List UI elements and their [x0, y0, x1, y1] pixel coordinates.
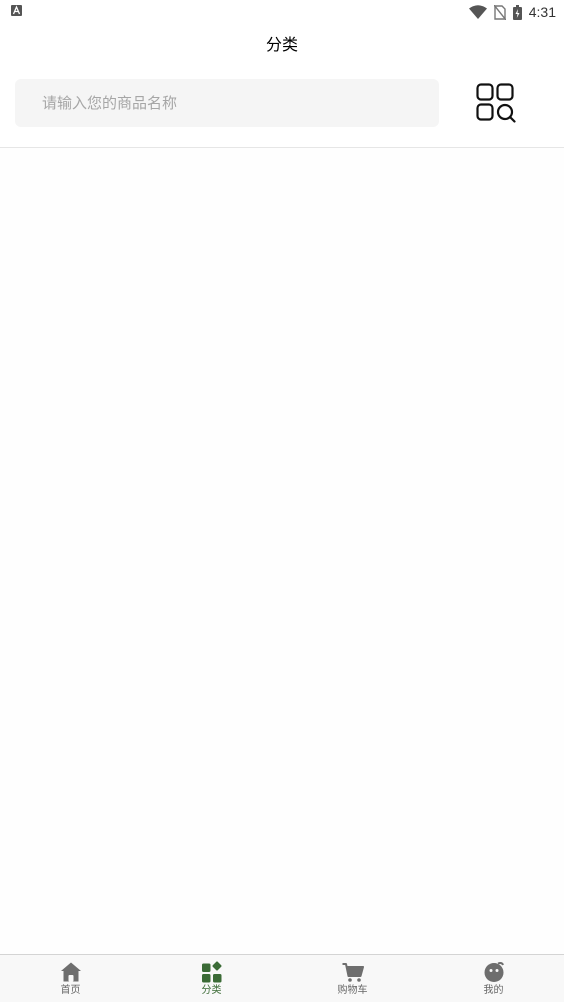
title-bar: 分类 — [0, 24, 564, 62]
tab-profile-label: 我的 — [483, 985, 504, 996]
bottom-tab-bar: 首页 分类 购物车 我的 — [0, 954, 564, 1002]
profile-icon — [484, 962, 504, 982]
category-content-area — [0, 148, 564, 954]
cart-icon — [342, 963, 364, 982]
tab-category-label: 分类 — [201, 985, 222, 996]
tab-home-label: 首页 — [60, 985, 81, 996]
search-box[interactable] — [15, 79, 439, 127]
tab-cart[interactable]: 购物车 — [282, 955, 423, 1002]
status-right-group: 4:31 — [468, 3, 556, 21]
tab-home[interactable]: 首页 — [0, 955, 141, 1002]
battery-charging-icon — [512, 4, 522, 20]
status-time: 4:31 — [528, 4, 556, 20]
wifi-icon — [468, 5, 487, 19]
page-title: 分类 — [265, 35, 298, 54]
home-icon — [60, 962, 81, 982]
search-section — [0, 62, 564, 148]
search-input[interactable] — [42, 94, 422, 112]
category-search-button[interactable] — [470, 77, 522, 129]
tab-cart-label: 购物车 — [337, 985, 368, 996]
status-bar: 4:31 — [0, 0, 564, 24]
grid-search-icon — [476, 83, 516, 123]
no-sim-icon — [493, 4, 506, 20]
category-icon — [201, 961, 222, 983]
notification-a-icon — [11, 5, 22, 16]
tab-category[interactable]: 分类 — [141, 955, 282, 1002]
tab-profile[interactable]: 我的 — [423, 955, 564, 1002]
